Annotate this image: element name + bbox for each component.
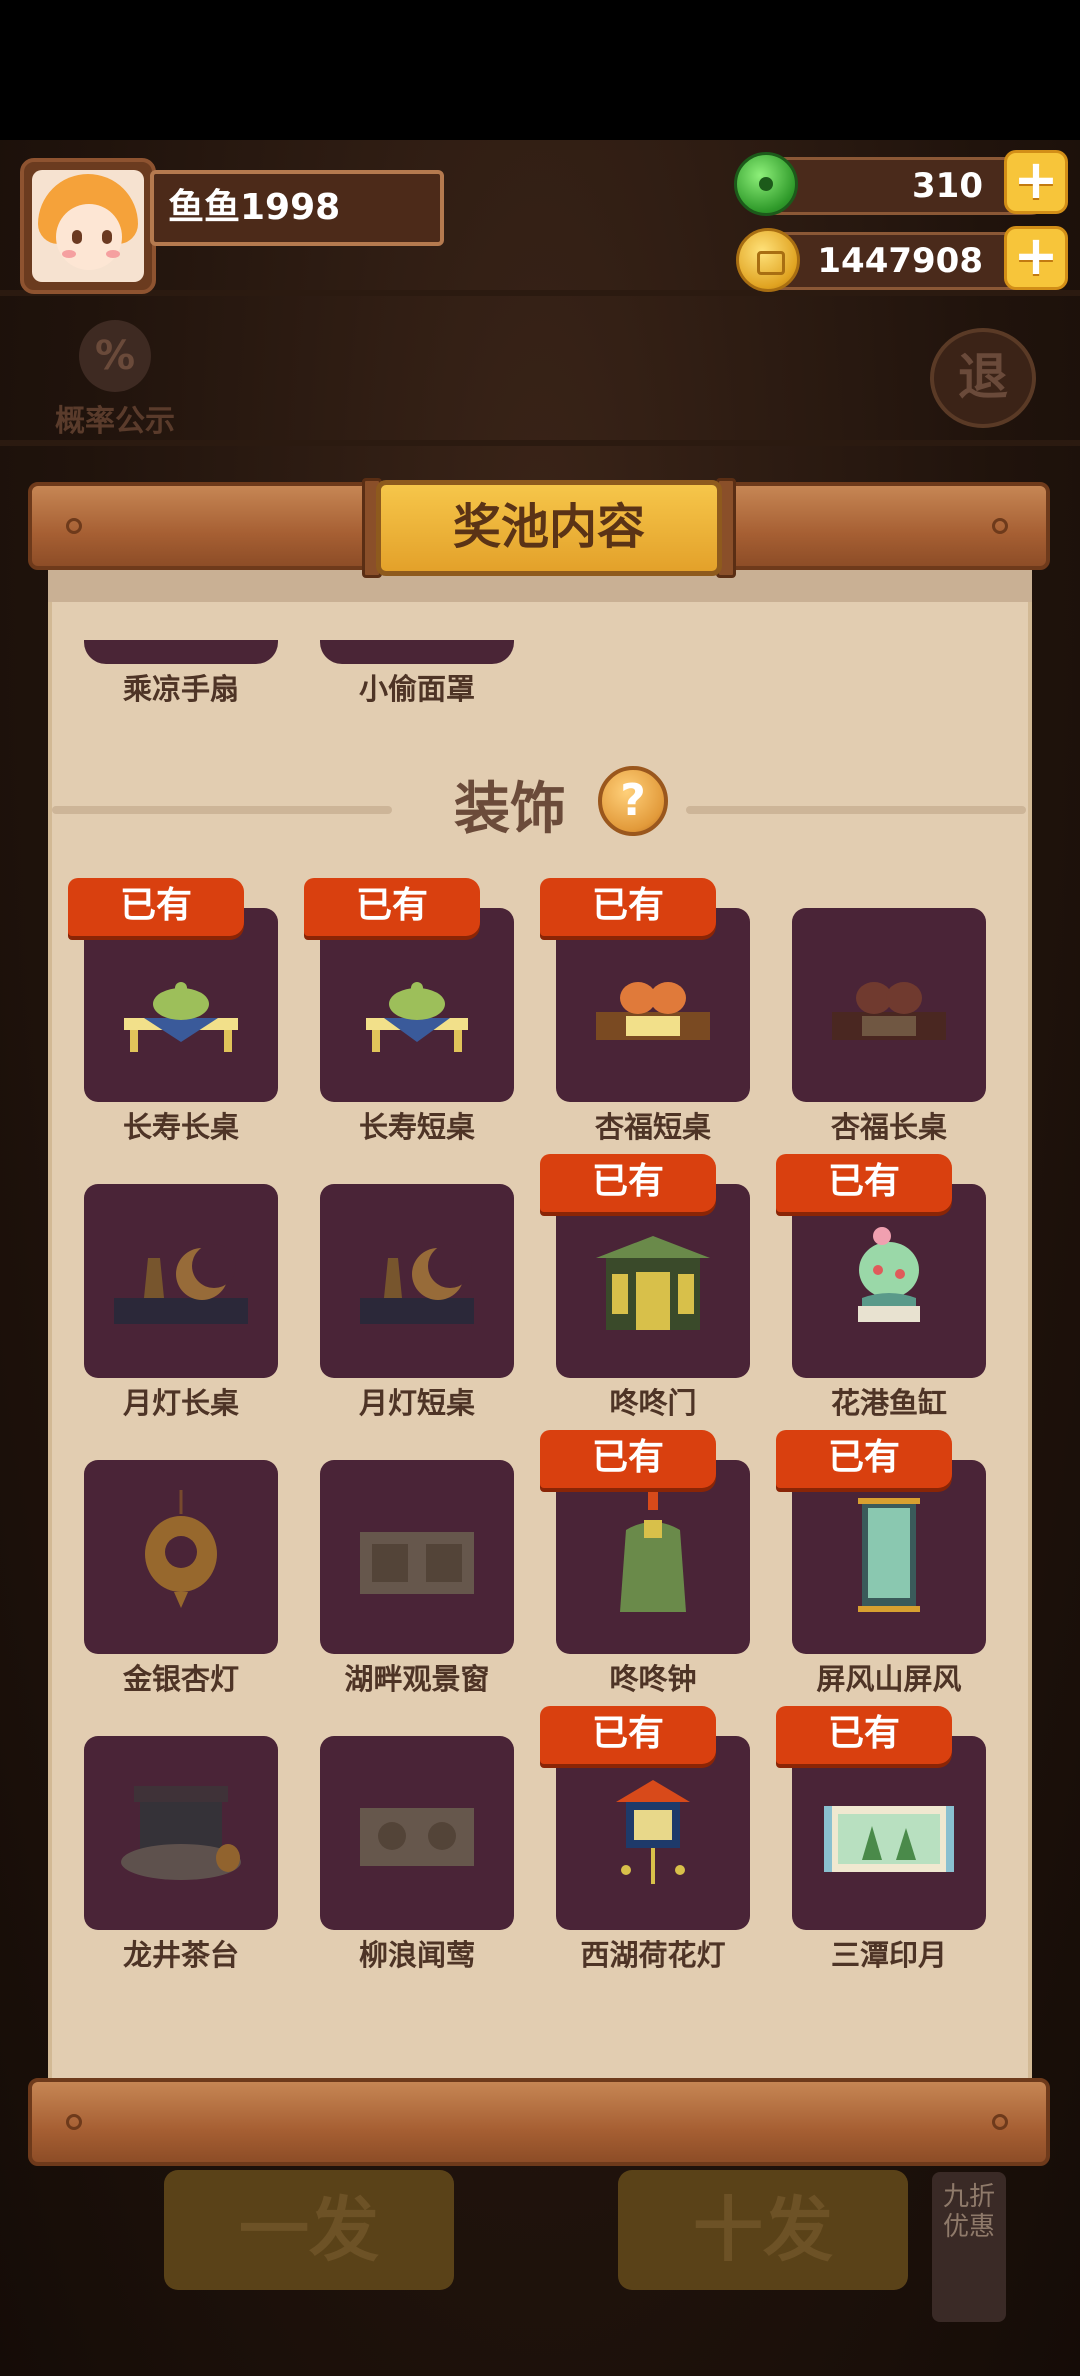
prev-card-bottom (84, 640, 278, 664)
item-card[interactable] (84, 1736, 278, 1930)
prev-card-bottom (320, 640, 514, 664)
avatar[interactable] (20, 158, 156, 294)
item-card[interactable] (320, 1736, 514, 1930)
item-name: 龙井茶台 (122, 1938, 239, 1972)
add-coins-button[interactable]: + (1004, 226, 1068, 290)
prev-item-label: 乘凉手扇 (122, 672, 239, 706)
item-card[interactable] (556, 1184, 750, 1378)
apricot-table-icon (596, 982, 710, 1040)
item-card[interactable] (792, 1460, 986, 1654)
help-button[interactable]: ? (598, 766, 668, 836)
owned-badge: 已有 (540, 1706, 716, 1764)
item-card[interactable] (84, 1460, 278, 1654)
moon-lamp-table-icon (360, 1244, 474, 1324)
owned-badge: 已有 (776, 1154, 952, 1212)
ginkgo-lamp-icon (145, 1490, 217, 1608)
willow-painting-icon (360, 1808, 474, 1866)
item-name: 屏风山屏风 (816, 1662, 962, 1696)
item-name: 西湖荷花灯 (580, 1938, 726, 1972)
item-name: 湖畔观景窗 (344, 1662, 490, 1696)
draw-one-button[interactable]: 一发 (164, 2170, 454, 2290)
item-name: 咚咚门 (609, 1386, 697, 1420)
teapot-table-icon (366, 982, 468, 1052)
item-name: 柳浪闻莺 (358, 1938, 475, 1972)
section-title: 装饰 (454, 777, 566, 842)
coin-icon (736, 228, 800, 292)
item-card[interactable] (320, 1184, 514, 1378)
probability-button[interactable]: % 概率公示 (40, 320, 190, 440)
percent-icon: % (79, 320, 151, 392)
item-card[interactable] (556, 1736, 750, 1930)
bg-stripe (0, 440, 1080, 446)
apricot-table-icon (832, 982, 946, 1040)
item-card[interactable] (556, 908, 750, 1102)
fish-tank-icon (858, 1227, 920, 1322)
teapot-table-icon (124, 982, 238, 1052)
item-card[interactable] (792, 1736, 986, 1930)
owned-badge: 已有 (540, 878, 716, 936)
player-name: 鱼鱼1998 (150, 170, 444, 246)
lotus-lamp-icon (616, 1780, 690, 1884)
moon-lamp-table-icon (114, 1244, 248, 1324)
owned-badge: 已有 (68, 878, 244, 936)
owned-badge: 已有 (776, 1430, 952, 1488)
item-card[interactable] (320, 908, 514, 1102)
item-name: 月灯短桌 (358, 1386, 475, 1420)
folding-screen-icon (858, 1498, 920, 1612)
divider (52, 806, 392, 814)
status-bar-area (0, 0, 1080, 140)
item-card[interactable] (84, 1184, 278, 1378)
item-name: 长寿长桌 (122, 1110, 239, 1144)
bell-icon (620, 1490, 686, 1612)
probability-label: 概率公示 (55, 404, 175, 439)
panel-title: 奖池内容 (376, 480, 722, 576)
item-name: 咚咚钟 (609, 1662, 697, 1696)
gate-icon (596, 1236, 710, 1330)
item-card[interactable] (792, 908, 986, 1102)
owned-badge: 已有 (540, 1430, 716, 1488)
item-card[interactable] (320, 1460, 514, 1654)
item-card[interactable] (792, 1184, 986, 1378)
avatar-image (32, 170, 144, 282)
owned-badge: 已有 (776, 1706, 952, 1764)
item-name: 金银杏灯 (122, 1662, 239, 1696)
exit-button[interactable]: 退 (930, 328, 1036, 428)
lakeside-window-icon (360, 1532, 474, 1594)
draw-ten-button[interactable]: 十发 (618, 2170, 908, 2290)
owned-badge: 已有 (304, 878, 480, 936)
bg-stripe (0, 290, 1080, 296)
item-name: 三潭印月 (830, 1938, 947, 1972)
discount-badge: 九折优惠 (932, 2172, 1006, 2322)
item-name: 长寿短桌 (358, 1110, 475, 1144)
tea-stand-icon (121, 1786, 241, 1880)
item-card[interactable] (556, 1460, 750, 1654)
item-name: 月灯长桌 (122, 1386, 239, 1420)
item-name: 杏福长桌 (830, 1110, 947, 1144)
prev-item-label: 小偷面罩 (358, 672, 475, 706)
item-card[interactable] (84, 908, 278, 1102)
item-name: 花港鱼缸 (830, 1386, 947, 1420)
three-pools-painting-icon (824, 1806, 954, 1872)
owned-badge: 已有 (540, 1154, 716, 1212)
panel-bottom-plank (28, 2078, 1050, 2166)
item-name: 杏福短桌 (594, 1110, 711, 1144)
divider (686, 806, 1026, 814)
add-jade-button[interactable]: + (1004, 150, 1068, 214)
jade-icon (734, 152, 798, 216)
